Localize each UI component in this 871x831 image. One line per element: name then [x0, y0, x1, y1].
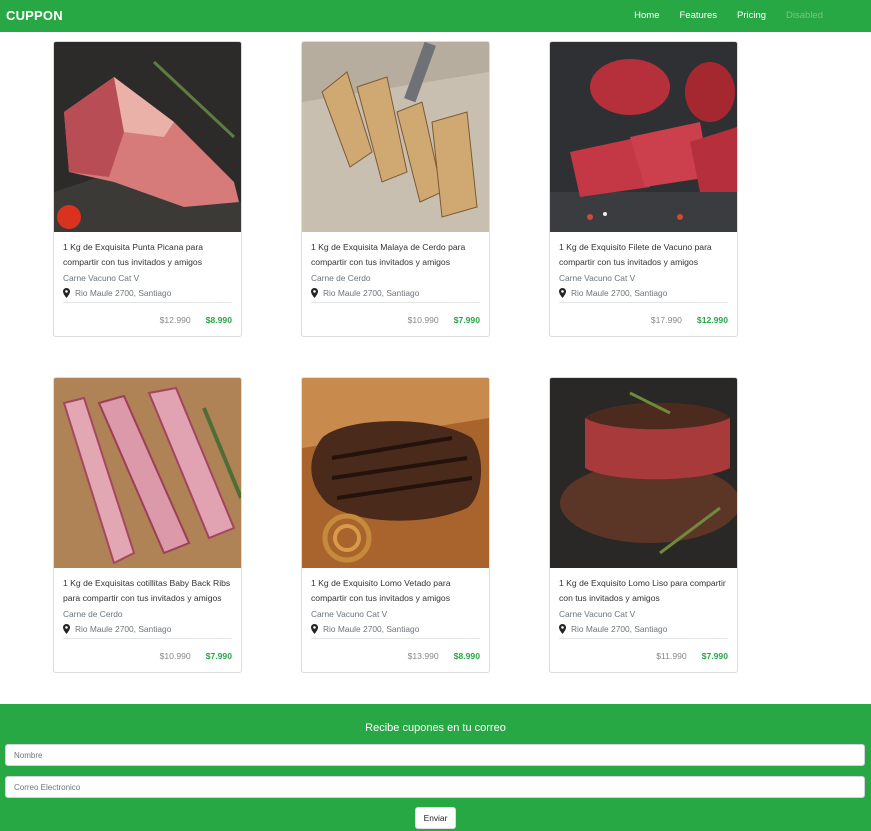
product-category: Carne de Cerdo	[63, 609, 123, 619]
product-title[interactable]: 1 Kg de Exquisito Lomo Vetado para compa…	[311, 576, 480, 605]
nav-link-disabled: Disabled	[786, 10, 823, 21]
email-input[interactable]	[5, 776, 865, 798]
old-price: $17.990	[650, 315, 682, 325]
product-image[interactable]	[54, 378, 241, 568]
location-text: Rio Maule 2700, Santiago	[75, 624, 172, 634]
product-location: Rio Maule 2700, Santiago	[63, 624, 232, 639]
product-title[interactable]: 1 Kg de Exquisita Malaya de Cerdo para c…	[311, 240, 480, 269]
product-category: Carne Vacuno Cat V	[311, 609, 388, 619]
new-price: $7.990	[453, 315, 480, 325]
price-row: $10.990 $7.990	[63, 639, 232, 672]
product-category: Carne Vacuno Cat V	[559, 273, 636, 283]
map-pin-icon	[63, 288, 70, 298]
new-price: $8.990	[453, 651, 480, 661]
product-title[interactable]: 1 Kg de Exquisito Filete de Vacuno para …	[559, 240, 728, 269]
product-image[interactable]	[302, 378, 489, 568]
product-card[interactable]: 1 Kg de Exquisita Punta Picana para comp…	[53, 41, 242, 337]
map-pin-icon	[311, 288, 318, 298]
location-text: Rio Maule 2700, Santiago	[323, 288, 420, 298]
newsletter-footer: Recibe cupones en tu correo Enviar	[0, 704, 871, 831]
location-text: Rio Maule 2700, Santiago	[571, 288, 668, 298]
old-price: $13.990	[407, 651, 439, 661]
old-price: $12.990	[159, 315, 191, 325]
old-price: $10.990	[159, 651, 191, 661]
product-image[interactable]	[54, 42, 241, 232]
price-row: $11.990 $7.990	[559, 639, 728, 672]
location-text: Rio Maule 2700, Santiago	[571, 624, 668, 634]
location-text: Rio Maule 2700, Santiago	[323, 624, 420, 634]
product-location: Rio Maule 2700, Santiago	[311, 624, 480, 639]
product-card[interactable]: 1 Kg de Exquisito Lomo Liso para compart…	[549, 377, 738, 673]
product-category: Carne Vacuno Cat V	[559, 609, 636, 619]
map-pin-icon	[559, 288, 566, 298]
product-title[interactable]: 1 Kg de Exquisitas cotillitas Baby Back …	[63, 576, 232, 605]
nav-link-pricing[interactable]: Pricing	[737, 10, 766, 21]
product-card[interactable]: 1 Kg de Exquisitas cotillitas Baby Back …	[53, 377, 242, 673]
product-location: Rio Maule 2700, Santiago	[63, 288, 232, 303]
product-image[interactable]	[550, 378, 737, 568]
price-row: $17.990 $12.990	[559, 303, 728, 336]
location-text: Rio Maule 2700, Santiago	[75, 288, 172, 298]
product-location: Rio Maule 2700, Santiago	[559, 288, 728, 303]
new-price: $12.990	[696, 315, 728, 325]
submit-button[interactable]: Enviar	[415, 807, 456, 829]
price-row: $10.990 $7.990	[311, 303, 480, 336]
old-price: $10.990	[407, 315, 439, 325]
map-pin-icon	[63, 624, 70, 634]
product-card[interactable]: 1 Kg de Exquisita Malaya de Cerdo para c…	[301, 41, 490, 337]
top-navbar: CUPPON Home Features Pricing Disabled	[0, 0, 871, 32]
nav-link-home[interactable]: Home	[634, 10, 659, 21]
new-price: $8.990	[205, 315, 232, 325]
nav-link-features[interactable]: Features	[679, 10, 717, 21]
product-image[interactable]	[302, 42, 489, 232]
product-title[interactable]: 1 Kg de Exquisita Punta Picana para comp…	[63, 240, 232, 269]
newsletter-title: Recibe cupones en tu correo	[365, 722, 506, 734]
map-pin-icon	[559, 624, 566, 634]
product-title[interactable]: 1 Kg de Exquisito Lomo Liso para compart…	[559, 576, 728, 605]
price-row: $12.990 $8.990	[63, 303, 232, 336]
product-category: Carne de Cerdo	[311, 273, 371, 283]
product-location: Rio Maule 2700, Santiago	[559, 624, 728, 639]
product-location: Rio Maule 2700, Santiago	[311, 288, 480, 303]
product-image[interactable]	[550, 42, 737, 232]
map-pin-icon	[311, 624, 318, 634]
name-input[interactable]	[5, 744, 865, 766]
price-row: $13.990 $8.990	[311, 639, 480, 672]
new-price: $7.990	[701, 651, 728, 661]
old-price: $11.990	[656, 651, 687, 661]
new-price: $7.990	[205, 651, 232, 661]
product-card[interactable]: 1 Kg de Exquisito Lomo Vetado para compa…	[301, 377, 490, 673]
product-category: Carne Vacuno Cat V	[63, 273, 140, 283]
product-card[interactable]: 1 Kg de Exquisito Filete de Vacuno para …	[549, 41, 738, 337]
nav-links: Home Features Pricing Disabled	[634, 10, 823, 21]
brand-logo[interactable]: CUPPON	[6, 8, 63, 23]
